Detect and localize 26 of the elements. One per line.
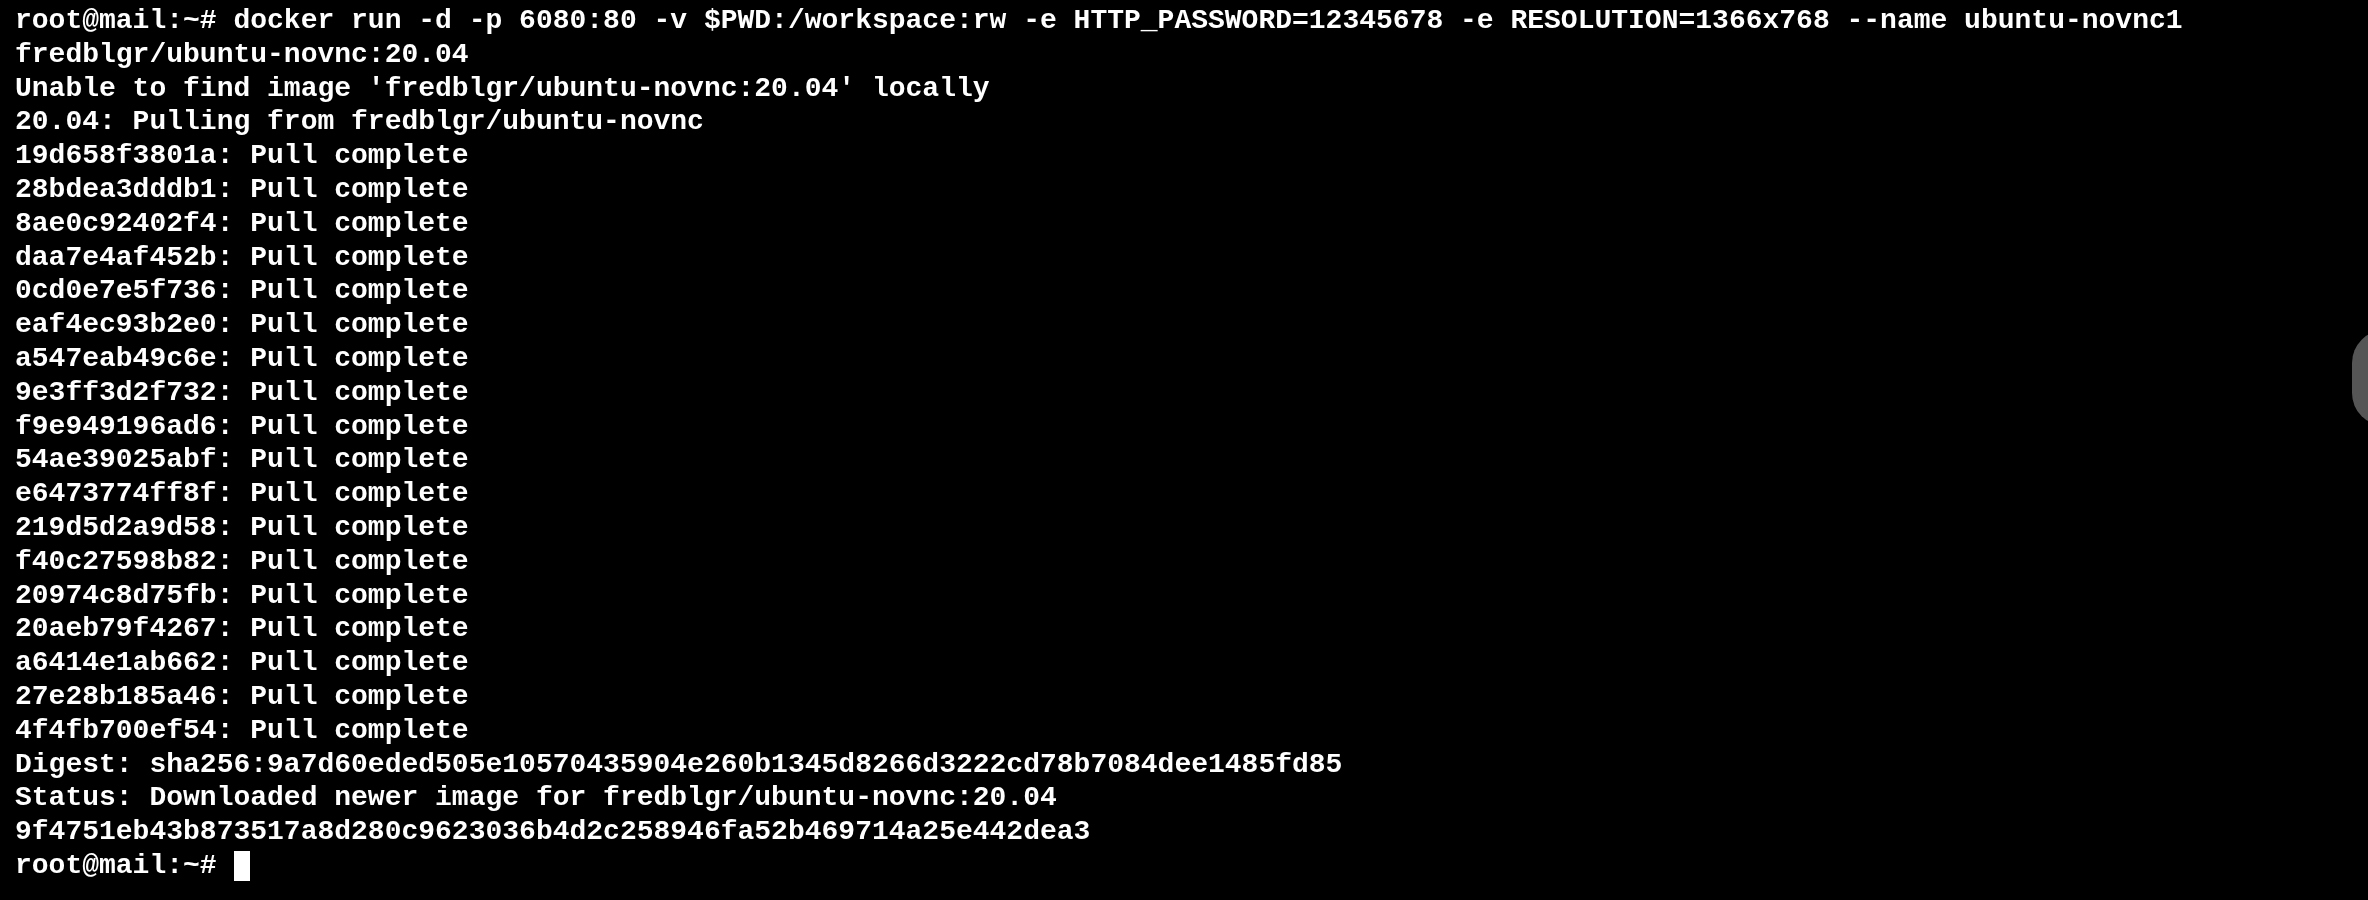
terminal-line: a547eab49c6e: Pull complete xyxy=(15,341,470,376)
terminal-line: 20974c8d75fb: Pull complete xyxy=(15,578,470,613)
terminal-line: f9e949196ad6: Pull complete xyxy=(15,409,470,444)
terminal-line: 19d658f3801a: Pull complete xyxy=(15,139,470,173)
terminal-line: 28bdea3dddb1: Pull complete xyxy=(15,173,470,207)
terminal-line: 9f4751eb43b873517a8d280c9623036b4d2c258946fa52b469714a25e442dea3 xyxy=(15,815,1092,849)
terminal-line: 20aeb79f4267: Pull complete xyxy=(15,612,470,647)
terminal-line: root@mail:~# docker run -d -p 6080:80 -v $PWD:/workspace:rw -e HTTP_PASSWORD=12345678 -e RESOLUTION=1366x768 --name ubuntu-novnc1 xyxy=(15,4,2184,38)
terminal-line: f40c27598b82: Pull complete xyxy=(15,544,470,579)
terminal-line: Status: Downloaded newer image for fredblgr/ubuntu-novnc:20.04 xyxy=(15,781,1058,816)
terminal-line: 54ae39025abf: Pull complete xyxy=(15,443,470,478)
terminal-line: Digest: sha256:9a7d60eded505e10570435904e260b1345d8266d3222cd78b7084dee1485fd85 xyxy=(15,747,1344,782)
terminal-line: e6473774ff8f: Pull complete xyxy=(15,477,470,511)
terminal-line: 8ae0c92402f4: Pull complete xyxy=(15,206,470,241)
terminal-line: 219d5d2a9d58: Pull complete xyxy=(15,510,470,545)
terminal-line: a6414e1ab662: Pull complete xyxy=(15,646,470,680)
terminal-line: fredblgr/ubuntu-novnc:20.04 xyxy=(15,37,470,72)
terminal-line: 0cd0e7e5f736: Pull complete xyxy=(15,274,470,309)
terminal-line: 20.04: Pulling from fredblgr/ubuntu-novnc xyxy=(15,105,705,140)
terminal-line: daa7e4af452b: Pull complete xyxy=(15,240,470,275)
terminal-line: Unable to find image 'fredblgr/ubuntu-novnc:20.04' locally xyxy=(15,71,991,106)
terminal-line: 27e28b185a46: Pull complete xyxy=(15,679,470,714)
shell-prompt: root@mail:~# xyxy=(15,848,217,883)
terminal-line: 9e3ff3d2f732: Pull complete xyxy=(15,375,470,410)
terminal-line: 4f4fb700ef54: Pull complete xyxy=(15,713,470,748)
terminal-line: eaf4ec93b2e0: Pull complete xyxy=(15,308,470,342)
